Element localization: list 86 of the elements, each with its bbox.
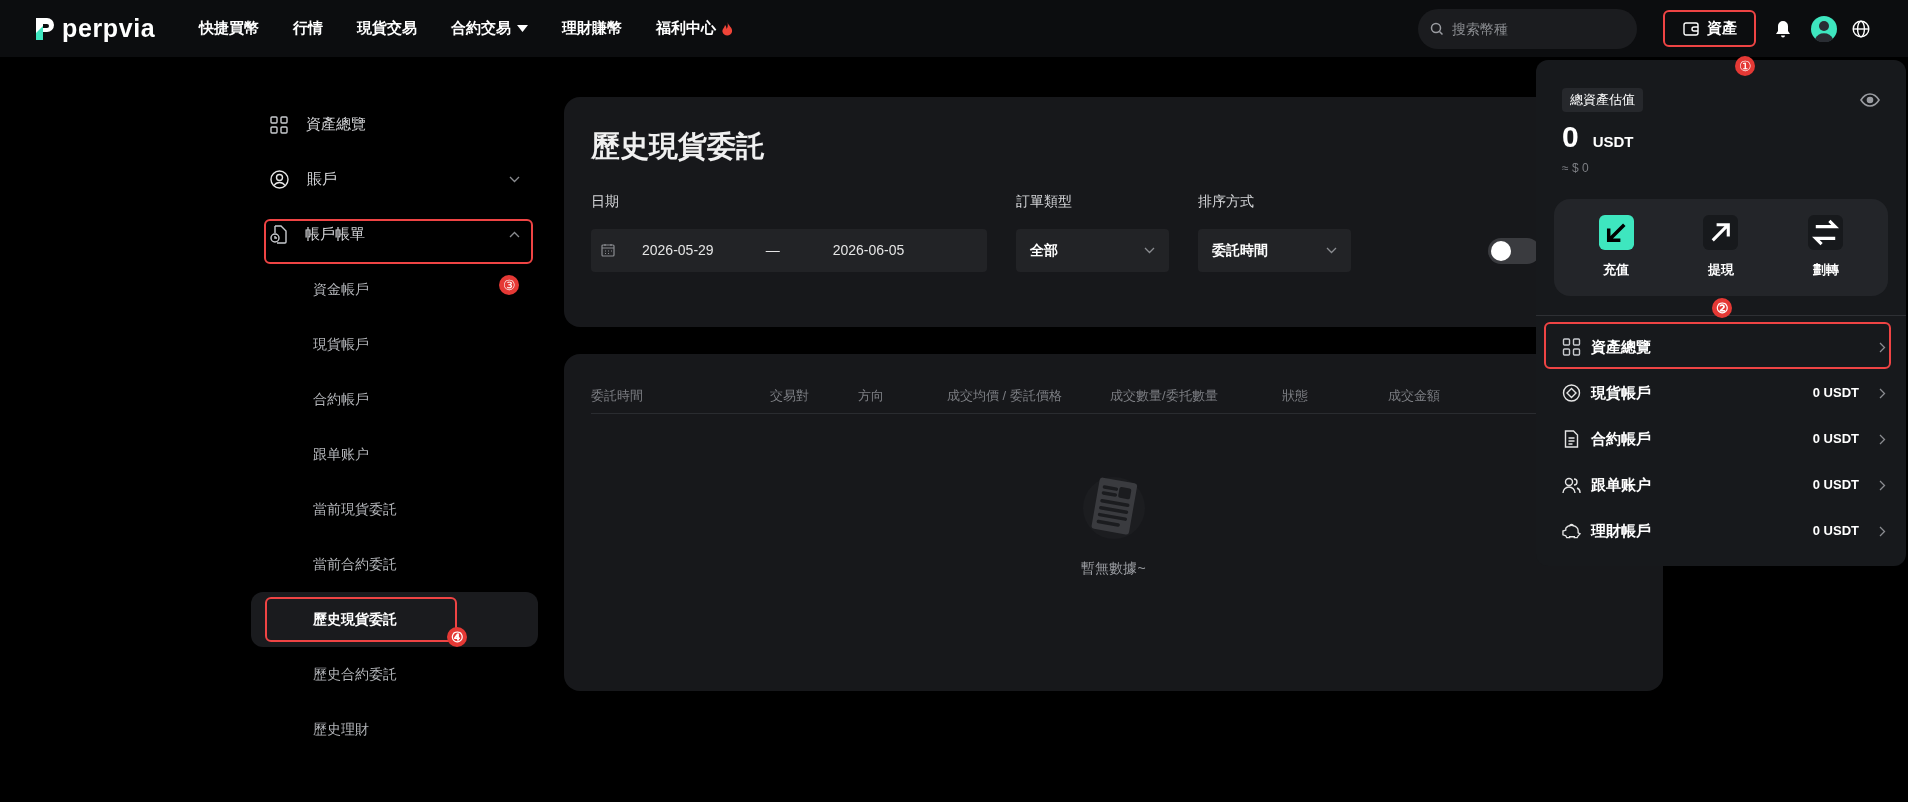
action-button[interactable]: 提現 <box>1686 215 1756 280</box>
start-date: 2026-05-29 <box>642 240 714 260</box>
nav-link[interactable]: 合約交易 <box>451 17 529 40</box>
chevron-right-icon <box>1879 525 1886 537</box>
chevron-down-icon <box>1144 246 1155 254</box>
wallet-icon <box>1682 21 1699 36</box>
sidebar-item[interactable]: 資產總覽 <box>251 97 538 152</box>
logo-icon <box>34 15 56 42</box>
bill-icon <box>270 225 287 244</box>
sidebar-item[interactable]: 帳戶帳單 <box>251 207 538 262</box>
logo-text[interactable]: perpvia <box>62 9 156 48</box>
nav-link[interactable]: 行情 <box>293 17 324 40</box>
nav-link[interactable]: 理財賺幣 <box>562 17 623 40</box>
action-button[interactable]: 劃轉 <box>1790 215 1861 280</box>
assets-button[interactable]: 資產 <box>1663 10 1756 47</box>
column-header: 成交數量/委托數量 <box>1110 387 1218 405</box>
target-icon <box>1562 384 1581 402</box>
account-row[interactable]: 現貨帳戶 0 USDT <box>1536 370 1906 416</box>
account-row[interactable]: 理財帳戶 0 USDT <box>1536 508 1906 554</box>
total-assets-badge: 總資產估值 <box>1562 88 1643 112</box>
annotation-number: ④ <box>447 627 467 647</box>
chevron-right-icon <box>1879 479 1886 491</box>
account-balance: 0 USDT <box>1812 522 1859 541</box>
eye-icon[interactable] <box>1860 93 1880 107</box>
select-field[interactable]: 全部 <box>1016 228 1169 272</box>
nav-link[interactable]: 福利中心 <box>656 17 734 40</box>
sidebar-subitem[interactable]: 當前合約委託 <box>251 537 405 592</box>
search-field[interactable]: 搜索幣種 <box>1418 8 1637 49</box>
column-header: 成交金額 <box>1388 387 1440 405</box>
bell-icon[interactable] <box>1775 19 1791 38</box>
account-name: 合約帳戶 <box>1591 428 1651 449</box>
nav-link[interactable]: 現貨交易 <box>357 17 418 40</box>
fiat-value: ≈ $ 0 <box>1561 160 1590 177</box>
document-icon <box>1562 430 1581 448</box>
chevron-down-icon <box>1326 246 1337 254</box>
account-balance: 0 USDT <box>1812 476 1859 495</box>
sidebar-subitem[interactable]: 歷史合約委託 <box>251 647 405 702</box>
column-header: 委託時間 <box>591 387 643 405</box>
sidebar-subitem[interactable]: 跟单账户 <box>251 427 377 482</box>
filter-label: 訂單類型 <box>1016 191 1073 211</box>
nav-link[interactable]: 快捷買幣 <box>199 17 260 40</box>
search-icon <box>1430 21 1444 36</box>
piggy-bank-icon <box>1562 522 1581 540</box>
end-date: 2026-06-05 <box>832 240 905 260</box>
calendar-icon <box>601 243 615 257</box>
balance-amount: 0 <box>1562 121 1579 152</box>
account-balance: 0 USDT <box>1812 384 1859 403</box>
account-row[interactable]: 合約帳戶 0 USDT <box>1536 416 1906 462</box>
users-icon <box>1562 476 1581 494</box>
account-name: 資產總覽 <box>1591 336 1651 357</box>
sidebar-subitem[interactable]: 當前現貨委託 <box>251 482 405 537</box>
empty-state-text: 暫無數據~ <box>1081 558 1146 578</box>
globe-icon[interactable] <box>1852 19 1870 38</box>
column-header: 方向 <box>858 387 884 405</box>
filter-label: 排序方式 <box>1198 191 1255 211</box>
annotation-number: ① <box>1735 56 1755 76</box>
overview-icon <box>270 115 288 134</box>
chevron-right-icon <box>1879 387 1886 399</box>
sidebar-subitem[interactable]: 資金帳戶 <box>251 262 377 317</box>
account-name: 理財帳戶 <box>1591 520 1651 541</box>
account-row[interactable]: 跟单账户 0 USDT <box>1536 462 1906 508</box>
filter-label: 日期 <box>591 191 620 211</box>
sidebar-subitem[interactable]: 合約帳戶 <box>251 372 377 427</box>
sidebar-subitem[interactable]: 現貨帳戶 <box>251 317 377 372</box>
column-header: 成交均價 / 委託價格 <box>947 387 1062 405</box>
account-icon <box>270 170 289 189</box>
account-name: 現貨帳戶 <box>1591 382 1651 403</box>
grid-icon <box>1562 338 1581 356</box>
sidebar-subitem[interactable]: 歷史理財 <box>251 702 377 757</box>
column-header: 狀態 <box>1282 387 1308 405</box>
annotation-number: ③ <box>499 275 519 295</box>
chevron-right-icon <box>1879 341 1886 353</box>
chevron-right-icon <box>1879 433 1886 445</box>
account-balance: 0 USDT <box>1812 430 1859 449</box>
balance-unit: USDT <box>1592 131 1634 152</box>
action-button[interactable]: 充值 <box>1581 215 1652 280</box>
page-title: 歷史現貨委託 <box>591 129 765 164</box>
date-separator: — <box>765 240 780 260</box>
sidebar-subitem[interactable]: 歷史現貨委託 ④ <box>251 592 538 647</box>
account-name: 跟单账户 <box>1591 474 1651 495</box>
select-field[interactable]: 委託時間 <box>1198 228 1351 272</box>
date-range-field[interactable]: 2026-05-29 — 2026-06-05 <box>591 228 987 272</box>
avatar-icon[interactable] <box>1811 15 1837 42</box>
sidebar-item[interactable]: 賬戶 <box>251 152 538 207</box>
column-header: 交易對 <box>770 387 809 405</box>
annotation-number: ② <box>1712 298 1732 318</box>
